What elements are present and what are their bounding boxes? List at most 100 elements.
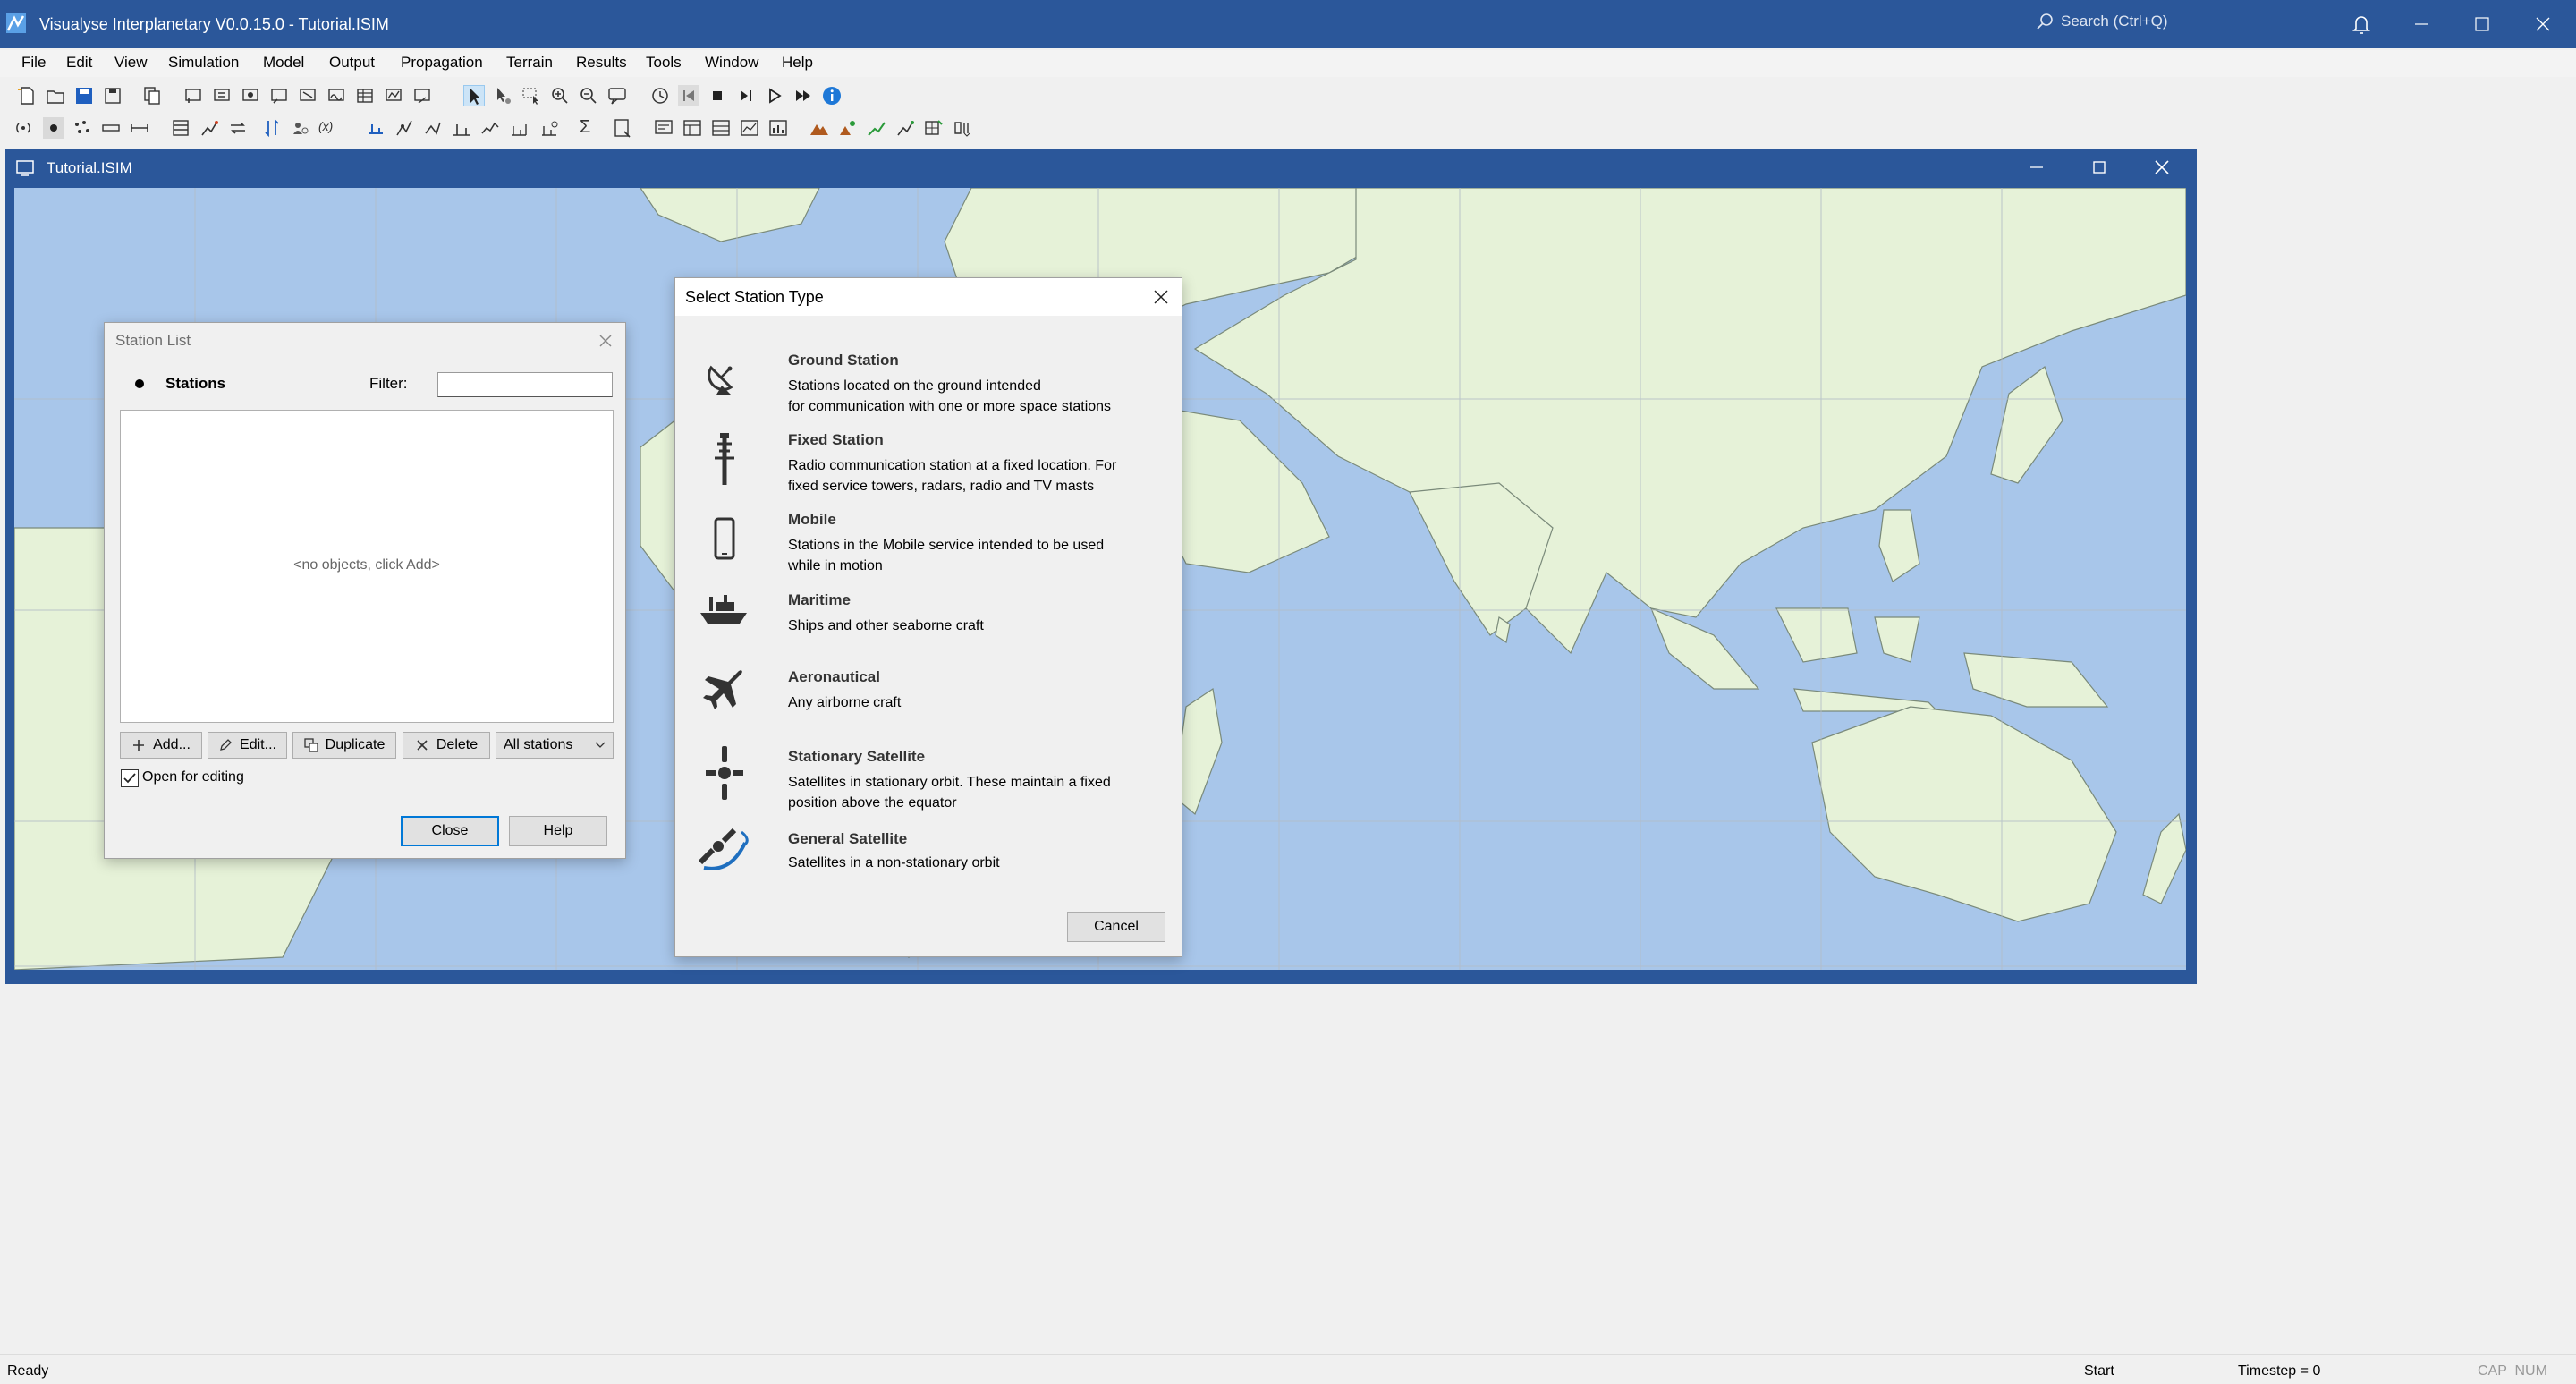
delete-station-button[interactable]: Delete xyxy=(402,732,490,759)
chart-view-button[interactable] xyxy=(767,117,789,139)
terrain-export-button[interactable] xyxy=(952,117,973,139)
menu-terrain[interactable]: Terrain xyxy=(506,54,553,72)
terrain-link-tool-button[interactable] xyxy=(894,117,916,139)
step-button[interactable] xyxy=(735,85,757,106)
copy-button[interactable] xyxy=(141,85,163,106)
station-link-button[interactable] xyxy=(365,117,386,139)
reset-button[interactable] xyxy=(678,85,699,106)
table-button[interactable] xyxy=(354,85,376,106)
maximize-button[interactable] xyxy=(2453,0,2512,48)
save-button[interactable] xyxy=(73,85,95,106)
menu-edit[interactable]: Edit xyxy=(66,54,92,72)
swap-button[interactable] xyxy=(261,117,283,139)
add-link-button[interactable] xyxy=(182,85,204,106)
grid-view-button[interactable] xyxy=(682,117,703,139)
table-view-button[interactable] xyxy=(710,117,732,139)
station-scope-select[interactable]: All stations xyxy=(496,732,614,759)
sum-button[interactable]: Σ xyxy=(580,117,601,139)
path-profile-button[interactable] xyxy=(479,117,501,139)
variable-button[interactable]: (x) xyxy=(318,117,340,139)
path-button[interactable] xyxy=(199,117,220,139)
zoom-in-button[interactable] xyxy=(549,85,571,106)
station-list-close-button[interactable]: Close xyxy=(401,816,499,846)
station-listbox[interactable]: <no objects, click Add> xyxy=(120,410,614,723)
fast-forward-button[interactable] xyxy=(792,85,814,106)
menu-file[interactable]: File xyxy=(21,54,46,72)
antenna-button[interactable] xyxy=(240,85,261,106)
area-button[interactable] xyxy=(383,85,404,106)
option-maritime[interactable]: Maritime Ships and other seaborne craft xyxy=(675,591,1182,654)
option-fixed-station[interactable]: Fixed Station Radio communication statio… xyxy=(675,431,1182,503)
terrain-link-button[interactable] xyxy=(451,117,472,139)
select-multi-button[interactable] xyxy=(492,85,513,106)
option-general-satellite[interactable]: General Satellite Satellites in a non-st… xyxy=(675,828,1182,893)
select-region-button[interactable] xyxy=(521,85,542,106)
group-button[interactable] xyxy=(290,117,311,139)
menu-simulation[interactable]: Simulation xyxy=(168,54,239,72)
radio-wave-button[interactable] xyxy=(13,117,34,139)
beam-button[interactable] xyxy=(297,85,318,106)
terrain-path-button[interactable] xyxy=(866,117,887,139)
menu-output[interactable]: Output xyxy=(329,54,375,72)
carrier-button[interactable] xyxy=(211,85,233,106)
document-minimize-button[interactable] xyxy=(2005,149,2068,186)
option-mobile[interactable]: Mobile Stations in the Mobile service in… xyxy=(675,511,1182,582)
list-button[interactable] xyxy=(170,117,191,139)
document-maximize-button[interactable] xyxy=(2068,149,2131,186)
menu-propagation[interactable]: Propagation xyxy=(401,54,483,72)
terrain-button[interactable] xyxy=(809,117,830,139)
description-line: for communication with one or more space… xyxy=(788,399,1112,414)
add-station-button[interactable]: Add... xyxy=(120,732,202,759)
duplicate-station-button[interactable]: Duplicate xyxy=(292,732,396,759)
multi-link-button[interactable] xyxy=(422,117,444,139)
menu-window[interactable]: Window xyxy=(705,54,758,72)
distance-button[interactable] xyxy=(129,117,150,139)
output-button[interactable] xyxy=(411,85,433,106)
station-list-close-icon[interactable] xyxy=(595,330,616,352)
menu-view[interactable]: View xyxy=(114,54,148,72)
run-button[interactable] xyxy=(764,85,785,106)
interference-path-button[interactable] xyxy=(508,117,530,139)
menu-help[interactable]: Help xyxy=(782,54,813,72)
network-button[interactable] xyxy=(394,117,415,139)
scatter-button[interactable] xyxy=(72,117,93,139)
graph-view-button[interactable] xyxy=(739,117,760,139)
select-tool-button[interactable] xyxy=(463,85,485,106)
open-file-button[interactable] xyxy=(45,85,66,106)
annotation-button[interactable] xyxy=(606,85,628,106)
document-close-button[interactable] xyxy=(2131,149,2193,186)
option-aeronautical[interactable]: Aeronautical Any airborne craft xyxy=(675,668,1182,731)
option-stationary-satellite[interactable]: Stationary Satellite Satellites in stati… xyxy=(675,746,1182,819)
edit-station-button[interactable]: Edit... xyxy=(208,732,287,759)
option-ground-station[interactable]: Ground Station Stations located on the g… xyxy=(675,352,1182,423)
new-file-button[interactable] xyxy=(16,85,38,106)
clock-button[interactable] xyxy=(649,85,671,106)
terrain-grid-button[interactable] xyxy=(923,117,945,139)
document-title: Tutorial.ISIM xyxy=(47,159,132,176)
move-button[interactable] xyxy=(227,117,249,139)
zoom-out-button[interactable] xyxy=(578,85,599,106)
link-list-button[interactable] xyxy=(268,85,290,106)
close-window-button[interactable] xyxy=(2513,0,2572,48)
menu-model[interactable]: Model xyxy=(263,54,304,72)
station-list-help-button[interactable]: Help xyxy=(509,816,607,846)
terrain-points-button[interactable] xyxy=(837,117,859,139)
minimize-button[interactable] xyxy=(2392,0,2451,48)
save-as-button[interactable] xyxy=(102,85,123,106)
station-type-cancel-button[interactable]: Cancel xyxy=(1067,912,1165,942)
search-box[interactable]: Search (Ctrl+Q) xyxy=(2036,13,2168,30)
report-button[interactable] xyxy=(612,117,633,139)
info-button[interactable] xyxy=(821,85,843,106)
point-button[interactable] xyxy=(43,117,64,139)
area-analysis-button[interactable] xyxy=(538,117,560,139)
station-type-close-icon[interactable] xyxy=(1149,285,1173,309)
stop-button[interactable] xyxy=(707,85,728,106)
menu-results[interactable]: Results xyxy=(576,54,627,72)
interference-button[interactable] xyxy=(326,85,347,106)
message-button[interactable] xyxy=(653,117,674,139)
segment-button[interactable] xyxy=(100,117,122,139)
open-for-editing-checkbox[interactable] xyxy=(121,769,139,787)
notification-bell-icon[interactable] xyxy=(2351,13,2372,35)
filter-input[interactable] xyxy=(437,372,613,397)
menu-tools[interactable]: Tools xyxy=(646,54,682,72)
